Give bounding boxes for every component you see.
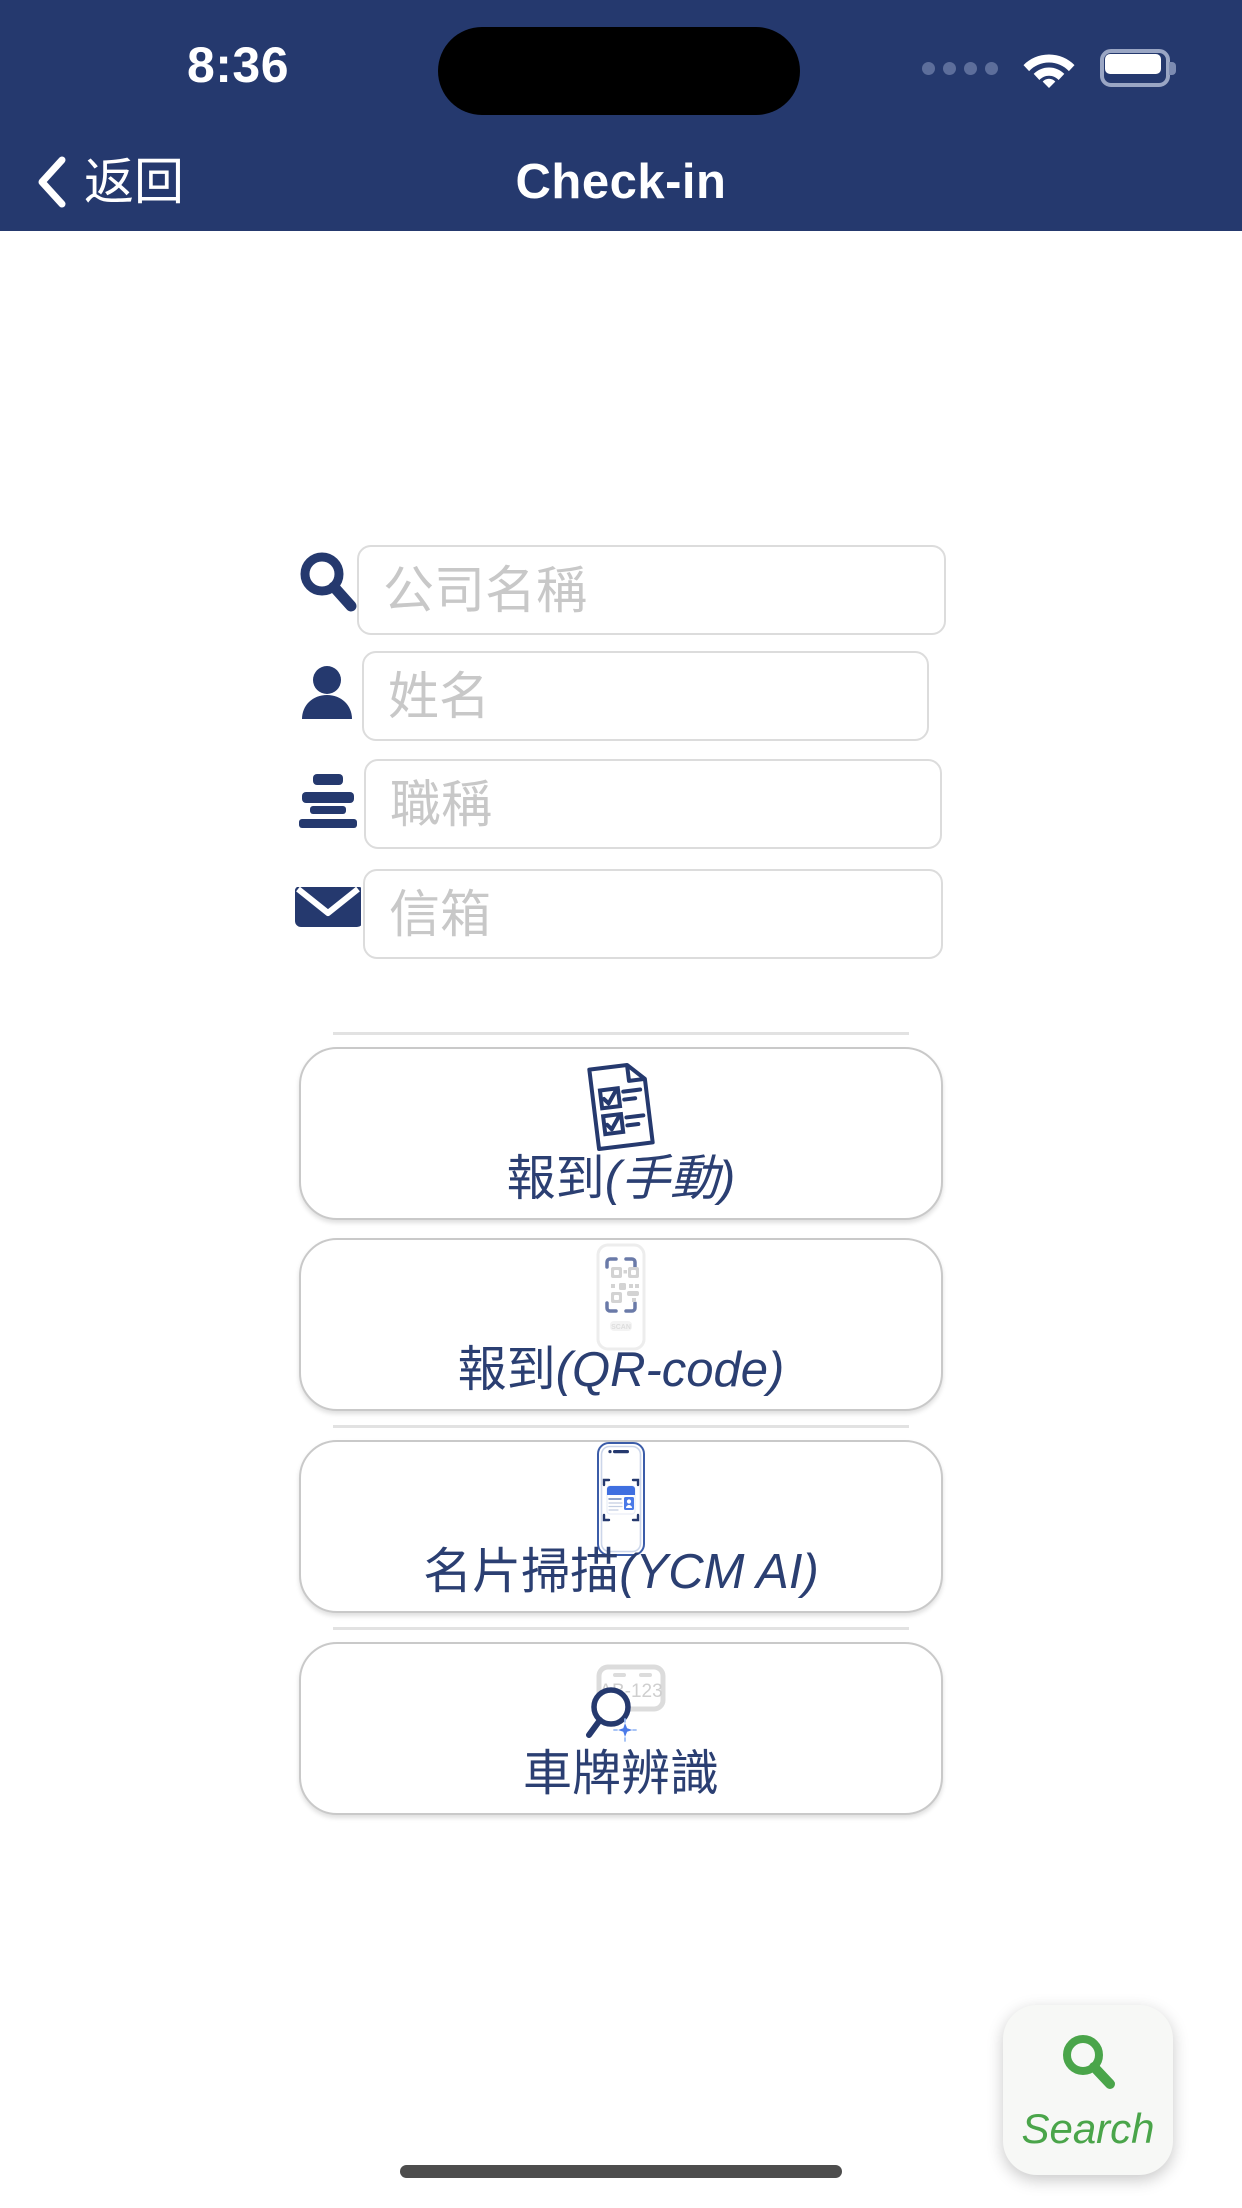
- qr-scan-phone-icon: SCAN: [583, 1243, 659, 1351]
- name-input[interactable]: 姓名: [362, 651, 929, 741]
- search-floating-button[interactable]: Search: [1003, 2005, 1173, 2175]
- job-title-placeholder: 職稱: [390, 775, 493, 833]
- action-group-manual-checkin: 報到(手動): [0, 1032, 1242, 1220]
- field-row-name: 姓名: [0, 643, 1242, 750]
- manual-checkin-label-main: 報到: [506, 1152, 605, 1206]
- status-bar-time: 8:36: [186, 37, 290, 93]
- qr-checkin-button[interactable]: SCAN 報到(QR-code): [299, 1238, 943, 1411]
- license-plate-label: 車牌辨識: [523, 1750, 719, 1799]
- field-row-email: 信箱: [0, 857, 1242, 964]
- divider: [333, 1425, 909, 1428]
- business-card-scan-icon: [578, 1442, 664, 1556]
- dynamic-island: [438, 27, 800, 115]
- svg-text:SCAN: SCAN: [611, 1324, 631, 1331]
- field-row-job-title: 職稱: [0, 750, 1242, 857]
- navigation-bar: 返回 Check-in: [0, 132, 1242, 231]
- license-plate-label-main: 車牌辨識: [522, 1747, 719, 1801]
- status-bar: 8:36: [0, 0, 1242, 132]
- action-group-card-scan: 名片掃描(YCM AI): [0, 1425, 1242, 1613]
- business-card-scan-button[interactable]: 名片掃描(YCM AI): [299, 1440, 943, 1613]
- divider: [333, 1627, 909, 1630]
- email-placeholder: 信箱: [389, 885, 492, 943]
- action-group-qr-checkin: SCAN 報到(QR-code): [0, 1238, 1242, 1411]
- checklist-document-icon: [580, 1062, 662, 1151]
- check-in-form: 公司名稱 姓名 職稱 信箱: [0, 536, 1242, 964]
- email-input[interactable]: 信箱: [363, 869, 943, 959]
- battery-icon: [1100, 49, 1176, 87]
- envelope-icon: [295, 881, 361, 931]
- person-icon: [296, 661, 358, 723]
- manual-checkin-label-suffix: (手動): [604, 1152, 736, 1206]
- page-title: Check-in: [515, 154, 727, 209]
- search-icon: [296, 550, 358, 616]
- signal-dots-icon: [922, 61, 998, 75]
- company-name-input[interactable]: 公司名稱: [357, 545, 946, 635]
- home-indicator[interactable]: [400, 2165, 842, 2178]
- wifi-icon: [1022, 48, 1076, 88]
- action-button-list: 報到(手動) SCAN 報到(QR-code) 名片掃描(YCM AI) AB-…: [0, 1032, 1242, 1815]
- manual-checkin-button[interactable]: 報到(手動): [299, 1047, 943, 1220]
- license-plate-scan-icon: AB-123: [567, 1658, 675, 1744]
- company-name-placeholder: 公司名稱: [383, 561, 588, 619]
- action-group-license-plate: AB-123 車牌辨識: [0, 1627, 1242, 1815]
- field-row-company: 公司名稱: [0, 536, 1242, 643]
- qr-checkin-label-main: 報到: [457, 1343, 556, 1397]
- manual-checkin-label: 報到(手動): [507, 1155, 736, 1204]
- job-title-input[interactable]: 職稱: [364, 759, 942, 849]
- search-icon: [1057, 2031, 1119, 2098]
- name-placeholder: 姓名: [388, 667, 491, 725]
- divider: [333, 1032, 909, 1035]
- job-title-icon: [296, 772, 360, 830]
- business-card-scan-label: 名片掃描(YCM AI): [423, 1548, 819, 1597]
- qr-checkin-label-suffix: (QR-code): [555, 1343, 785, 1397]
- business-card-scan-label-suffix: (YCM AI): [619, 1545, 819, 1599]
- license-plate-button[interactable]: AB-123 車牌辨識: [299, 1642, 943, 1815]
- status-bar-indicators: [922, 40, 1176, 96]
- search-floating-button-label: Search: [1021, 2104, 1155, 2152]
- qr-checkin-label: 報到(QR-code): [458, 1346, 785, 1395]
- business-card-scan-label-main: 名片掃描: [423, 1545, 620, 1599]
